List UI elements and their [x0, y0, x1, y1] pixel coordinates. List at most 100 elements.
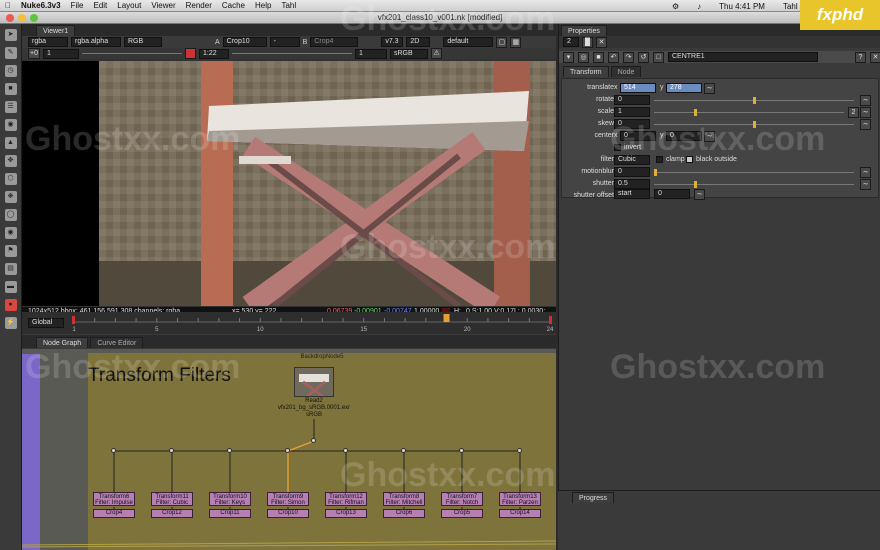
merge-icon[interactable]: ▲	[4, 137, 17, 149]
tab-curve-editor[interactable]: Curve Editor	[90, 337, 144, 348]
toolset-icon[interactable]: ▤	[4, 263, 17, 275]
frame-ratio-field[interactable]: 1:22	[199, 48, 229, 59]
view-icon[interactable]: ◉	[4, 227, 17, 239]
zoom-window-icon[interactable]	[30, 14, 38, 22]
translate-curve-icon[interactable]: ∼	[704, 83, 715, 94]
tab-viewer1[interactable]: Viewer1	[36, 25, 76, 36]
transform-node[interactable]: Transform12 Filter: Rifman	[325, 492, 367, 506]
scale-split-button[interactable]: 2	[848, 107, 859, 118]
collapse-icon[interactable]: ▾	[563, 51, 574, 63]
skew-field[interactable]: 0	[614, 119, 650, 129]
translate-x-field[interactable]: 514	[620, 83, 656, 93]
shutter-slider[interactable]	[654, 181, 854, 188]
b-input-dropdown[interactable]: Crop4	[310, 37, 359, 47]
volume-icon[interactable]: ♪	[692, 2, 706, 11]
transform-icon[interactable]: ✥	[4, 155, 17, 167]
transform-node[interactable]: Transform10 Filter: Keys	[209, 492, 251, 506]
crop-node[interactable]: Crop10	[267, 509, 309, 518]
dot-node[interactable]	[111, 448, 116, 453]
center-node-icon[interactable]: ◎	[578, 51, 589, 63]
filter-icon[interactable]: ◉	[4, 119, 17, 131]
proxy-dropdown[interactable]: 1	[355, 48, 387, 59]
display-channel-dropdown[interactable]: RGB	[124, 37, 162, 47]
node-color-icon[interactable]: ■	[593, 51, 604, 63]
rotate-slider-knob[interactable]	[753, 97, 756, 104]
clamp-checkbox[interactable]	[656, 156, 663, 163]
keyer-icon[interactable]: ◯	[4, 209, 17, 221]
crop-node[interactable]: Crop5	[441, 509, 483, 518]
metadata-icon[interactable]: ⚑	[4, 245, 17, 257]
shutter-slider-knob[interactable]	[694, 181, 697, 188]
timeline-ruler[interactable]: 1 5 10 15 20 24	[70, 312, 556, 334]
shutter-field[interactable]: 0.5	[614, 179, 650, 189]
gain-slider[interactable]	[82, 53, 182, 54]
transform-node[interactable]: Transform13 Filter: Parzen	[499, 492, 541, 506]
menu-render[interactable]: Render	[181, 1, 217, 10]
clear-panels-icon[interactable]: ✕	[596, 36, 607, 48]
viewer-image[interactable]	[99, 61, 556, 306]
particle-icon[interactable]: ❋	[4, 191, 17, 203]
playhead-marker[interactable]	[443, 314, 450, 322]
display-lut-dropdown[interactable]: sRGB	[390, 48, 428, 59]
rotate-field[interactable]: 0	[614, 95, 650, 105]
apple-icon[interactable]: 	[0, 1, 16, 10]
transform-node[interactable]: Transform8 Filter: Mitchell	[383, 492, 425, 506]
close-window-icon[interactable]	[6, 14, 14, 22]
roi-icon[interactable]: ▢	[496, 36, 508, 48]
skew-slider-knob[interactable]	[753, 121, 756, 128]
plugin-icon[interactable]: ⚡	[4, 317, 17, 329]
lut-dropdown[interactable]: default	[443, 37, 494, 47]
scale-curve-icon[interactable]: ∼	[860, 107, 871, 118]
transform-node[interactable]: Transform6 Filter: Impulse	[93, 492, 135, 506]
float-icon[interactable]: □	[653, 51, 664, 63]
undo-icon[interactable]: ↶	[608, 51, 619, 63]
transform-node[interactable]: Transform9 Filter: Simon	[267, 492, 309, 506]
tab-properties[interactable]: Properties	[561, 25, 607, 36]
gain-button[interactable]: +0	[28, 48, 40, 59]
grid-icon[interactable]: ▦	[510, 36, 522, 48]
menu-app-name[interactable]: Nuke6.3v3	[16, 1, 66, 10]
center-curve-icon[interactable]: ∼	[704, 131, 715, 142]
menu-tahl[interactable]: Tahl	[276, 1, 301, 10]
help-icon[interactable]: ?	[855, 51, 866, 63]
transform-node[interactable]: Transform7 Filter: Notch	[441, 492, 483, 506]
close-node-icon[interactable]: ✕	[870, 51, 880, 63]
node-name-field[interactable]: CENTRE1	[668, 52, 818, 62]
dot-node[interactable]	[459, 448, 464, 453]
motionblur-slider-knob[interactable]	[654, 169, 657, 176]
alpha-channel-dropdown[interactable]: rgba.alpha	[71, 37, 121, 47]
menu-help[interactable]: Help	[250, 1, 276, 10]
node-graph-canvas[interactable]: BackdropNode5 Transform Filters Read2 vf…	[22, 349, 556, 550]
channel-icon[interactable]: ☰	[4, 101, 17, 113]
timeline-mode-dropdown[interactable]: Global	[28, 318, 64, 328]
translate-y-field[interactable]: 278	[666, 83, 702, 93]
skew-curve-icon[interactable]: ∼	[860, 119, 871, 130]
motionblur-curve-icon[interactable]: ∼	[860, 167, 871, 178]
motionblur-slider[interactable]	[654, 169, 854, 176]
paint-icon[interactable]: ✎	[4, 47, 17, 59]
channels-dropdown[interactable]: rgba	[28, 37, 68, 47]
lock-panels-icon[interactable]: █	[582, 36, 593, 48]
dot-node[interactable]	[285, 448, 290, 453]
center-y-field[interactable]: 0	[666, 131, 702, 141]
tab-progress[interactable]: Progress	[572, 492, 615, 503]
menu-layout[interactable]: Layout	[112, 1, 146, 10]
skew-slider[interactable]	[654, 121, 854, 128]
gamma-icon[interactable]	[185, 48, 196, 59]
redo-icon[interactable]: ↷	[623, 51, 634, 63]
menubar-clock[interactable]: Thu 4:41 PM	[714, 2, 770, 11]
dot-node[interactable]	[401, 448, 406, 453]
compare-mode-dropdown[interactable]: -	[269, 37, 300, 47]
transform-node[interactable]: Transform11 Filter: Cubic	[151, 492, 193, 506]
shutter-offset-curve-icon[interactable]: ∼	[694, 189, 705, 200]
minimize-window-icon[interactable]	[18, 14, 26, 22]
dot-node[interactable]	[227, 448, 232, 453]
dot-node[interactable]	[169, 448, 174, 453]
invert-checkbox[interactable]	[614, 144, 621, 151]
dot-node[interactable]	[343, 448, 348, 453]
shutter-offset-dropdown[interactable]: start	[614, 189, 650, 199]
black-outside-checkbox[interactable]	[686, 156, 693, 163]
center-x-field[interactable]: 0	[620, 131, 656, 141]
scale-slider-knob[interactable]	[694, 109, 697, 116]
timeline[interactable]: Global 1 5 10 15 20 24	[22, 312, 556, 334]
